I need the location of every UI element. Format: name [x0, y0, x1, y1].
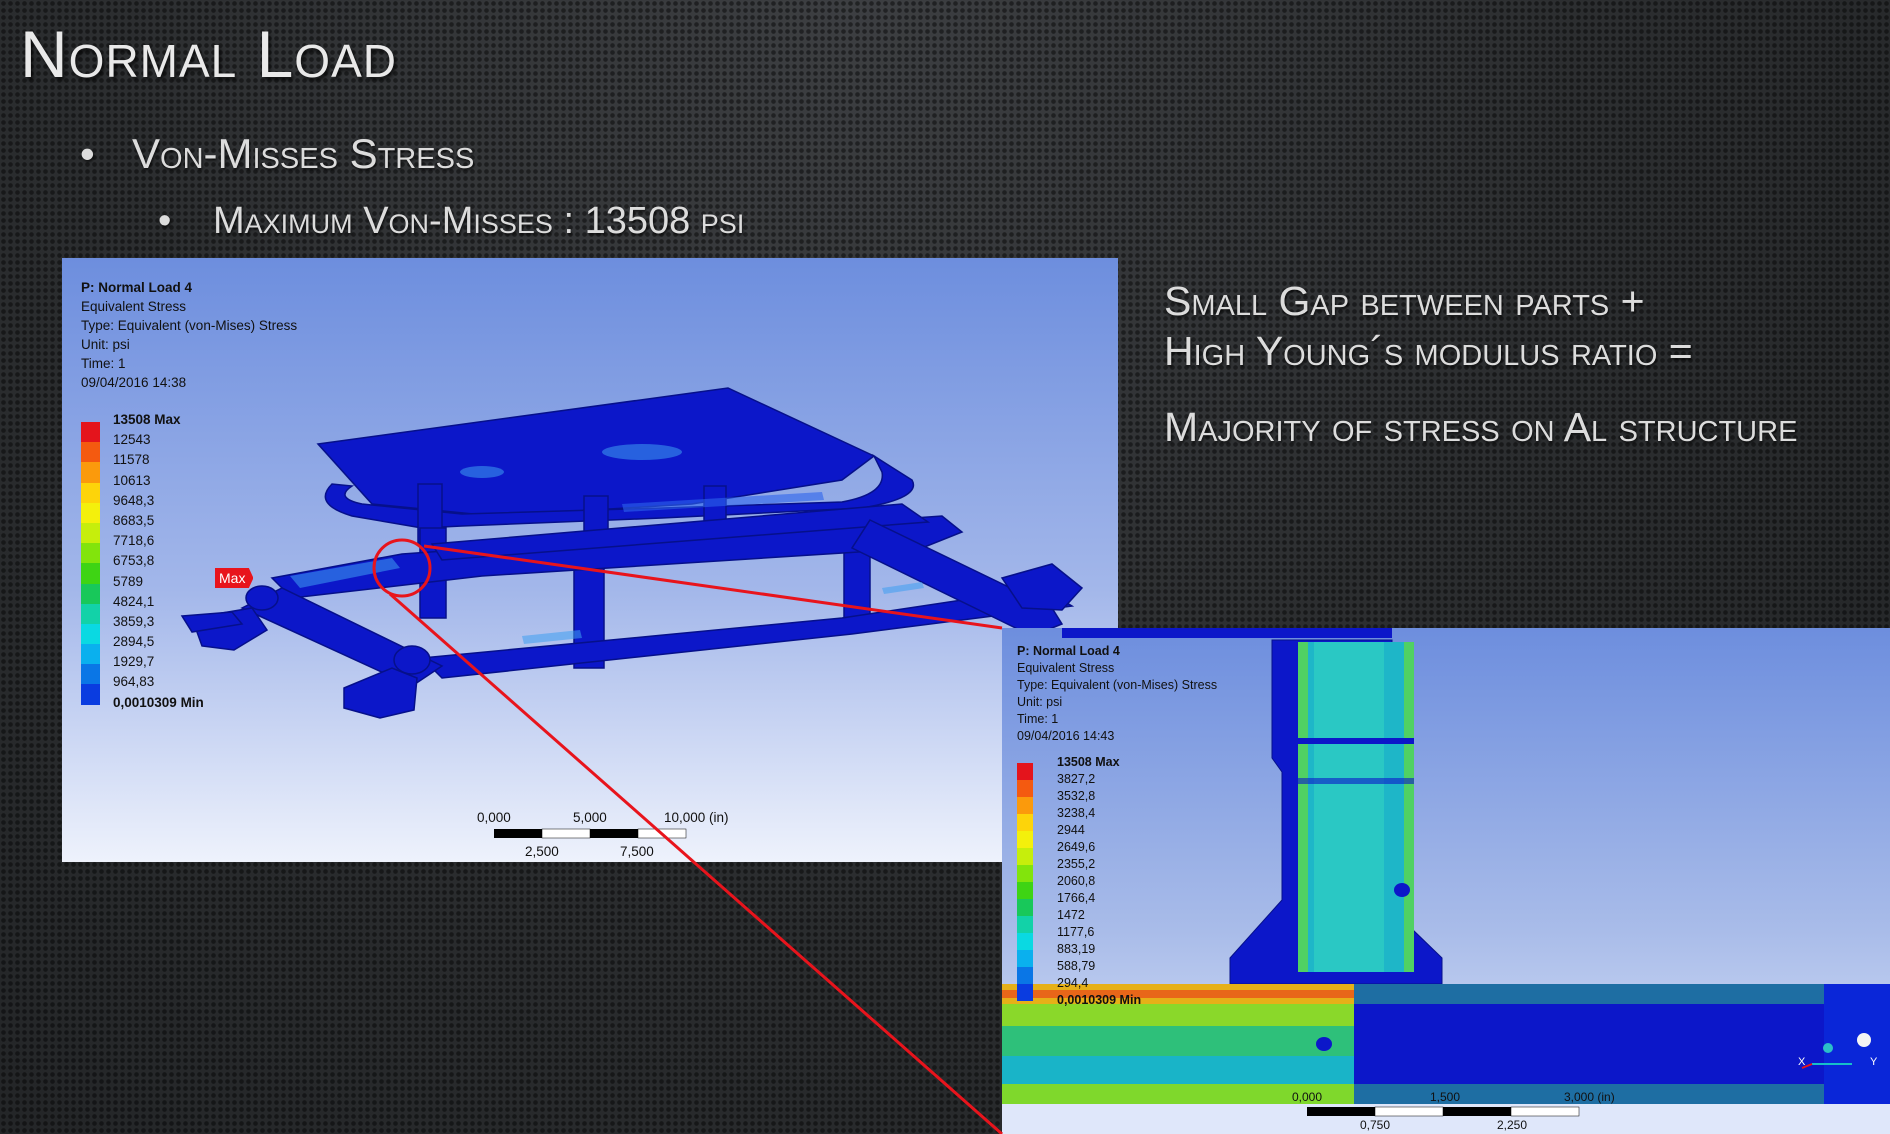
- result-date: 09/04/2016 14:38: [81, 375, 187, 390]
- legend-label: 1929,7: [113, 654, 155, 670]
- legend-swatch: [1017, 831, 1033, 848]
- scale-tick-label: 1,500: [1430, 1090, 1461, 1104]
- bullet-von-misses: • Von-Misses Stress: [80, 130, 474, 178]
- legend-swatch: [81, 442, 100, 463]
- legend-label: 9648,3: [113, 492, 155, 508]
- stress-plot-zoom: P: Normal Load 4 Equivalent Stress Type:…: [1002, 628, 1890, 1134]
- result-name: Equivalent Stress: [81, 299, 187, 314]
- legend-label: 3859,3: [113, 613, 155, 629]
- legend-swatch: [1017, 814, 1033, 831]
- legend-label: 0,0010309 Min: [113, 694, 204, 710]
- slide-title: Normal Load: [20, 17, 397, 91]
- legend-label: 12543: [113, 432, 151, 448]
- legend-label: 11578: [113, 452, 150, 468]
- bullet-dot: •: [80, 130, 95, 177]
- max-marker: Max: [215, 568, 254, 588]
- legend-label: 1177,6: [1057, 925, 1095, 939]
- axis-label-x: X: [1798, 1056, 1806, 1068]
- bullet-text: Maximum Von-Misses : 13508 psi: [213, 200, 745, 242]
- legend-label: 13508 Max: [1057, 755, 1120, 769]
- scale-tick-label: 7,500: [620, 844, 654, 859]
- legend-label: 2649,6: [1057, 840, 1096, 854]
- legend-swatch: [1017, 967, 1033, 984]
- conclusion-line-3: Majority of stress on Al structure: [1164, 404, 1798, 450]
- bullet-dot: •: [158, 200, 172, 242]
- scale-tick-label: 2,250: [1497, 1118, 1528, 1132]
- legend-swatch: [81, 522, 100, 544]
- bullet-text: Von-Misses Stress: [132, 130, 475, 177]
- legend-swatch: [1017, 797, 1033, 814]
- result-type: Type: Equivalent (von-Mises) Stress: [81, 318, 298, 333]
- scale-tick-label: 0,000: [477, 810, 511, 825]
- legend-swatch: [1017, 865, 1033, 882]
- legend-label: 10613: [113, 472, 151, 488]
- legend-label: 2894,5: [113, 634, 155, 650]
- result-name: Equivalent Stress: [1017, 661, 1115, 675]
- result-title: P: Normal Load 4: [81, 280, 193, 295]
- scale-tick-label: 2,500: [525, 844, 559, 859]
- legend-swatch: [81, 462, 100, 483]
- legend-label: 294,4: [1057, 976, 1089, 990]
- legend-label: 3827,2: [1057, 772, 1096, 786]
- legend-swatch: [1017, 899, 1033, 916]
- result-unit: Unit: psi: [1017, 695, 1063, 709]
- result-time: Time: 1: [1017, 712, 1059, 726]
- legend-label: 588,79: [1057, 959, 1096, 973]
- result-title: P: Normal Load 4: [1017, 644, 1120, 658]
- scale-tick-label: 3,000 (in): [1564, 1090, 1615, 1104]
- legend-swatch: [1017, 984, 1033, 1001]
- legend-label: 5789: [113, 573, 144, 589]
- legend-swatch: [81, 563, 100, 584]
- legend-swatch: [1017, 916, 1033, 933]
- legend-swatch: [81, 603, 100, 624]
- legend-swatch: [81, 644, 100, 665]
- conclusion-line-2: High Young´s modulus ratio =: [1164, 328, 1693, 374]
- legend-swatch: [1017, 848, 1033, 865]
- legend-swatch: [81, 502, 100, 523]
- scale-tick-label: 0,750: [1360, 1118, 1391, 1132]
- legend-label: 0,0010309 Min: [1057, 993, 1142, 1007]
- result-type: Type: Equivalent (von-Mises) Stress: [1017, 678, 1218, 692]
- legend-swatch: [1017, 882, 1033, 899]
- legend-label: 8683,5: [113, 512, 155, 528]
- legend-label: 964,83: [113, 674, 155, 690]
- legend-label: 13508 Max: [113, 412, 181, 427]
- legend-swatch: [1017, 950, 1033, 967]
- legend-label: 3532,8: [1057, 789, 1096, 803]
- legend-swatch: [1017, 763, 1033, 780]
- axis-label-y: Y: [1870, 1056, 1878, 1068]
- legend-label: 1472: [1057, 908, 1085, 922]
- legend-label: 883,19: [1057, 942, 1096, 956]
- legend-label: 3238,4: [1057, 806, 1096, 820]
- legend-swatch: [81, 583, 100, 604]
- legend-label: 2060,8: [1057, 874, 1096, 888]
- result-info: P: Normal Load 4 Equivalent Stress Type:…: [1017, 643, 1217, 745]
- legend-label: 6753,8: [113, 553, 155, 569]
- result-time: Time: 1: [81, 356, 126, 371]
- legend-label: 2355,2: [1057, 857, 1096, 871]
- result-unit: Unit: psi: [81, 337, 130, 352]
- legend-label: 1766,4: [1057, 891, 1096, 905]
- result-date: 09/04/2016 14:43: [1017, 729, 1115, 743]
- legend-swatch: [81, 684, 100, 705]
- scale-tick-label: 0,000: [1292, 1090, 1323, 1104]
- legend-swatch: [81, 623, 100, 645]
- legend-swatch: [1017, 933, 1033, 950]
- legend-label: 4824,1: [113, 593, 155, 609]
- legend-swatch: [81, 482, 100, 503]
- legend-label: 7718,6: [113, 533, 155, 549]
- scale-tick-label: 5,000: [573, 810, 607, 825]
- bullet-maximum: • Maximum Von-Misses : 13508 psi: [158, 200, 744, 243]
- stress-plot-main: P: Normal Load 4 Equivalent Stress Type:…: [62, 258, 1118, 862]
- legend-swatch: [81, 664, 100, 685]
- result-info: P: Normal Load 4 Equivalent Stress Type:…: [81, 278, 297, 392]
- scale-tick-label: 10,000 (in): [664, 810, 729, 825]
- legend-label: 2944: [1057, 823, 1085, 837]
- scale-bar: [494, 828, 687, 839]
- legend-swatch: [1017, 780, 1033, 797]
- conclusion-line-1: Small Gap between parts +: [1164, 278, 1645, 324]
- legend-swatch: [81, 422, 100, 443]
- legend-swatch: [81, 543, 100, 564]
